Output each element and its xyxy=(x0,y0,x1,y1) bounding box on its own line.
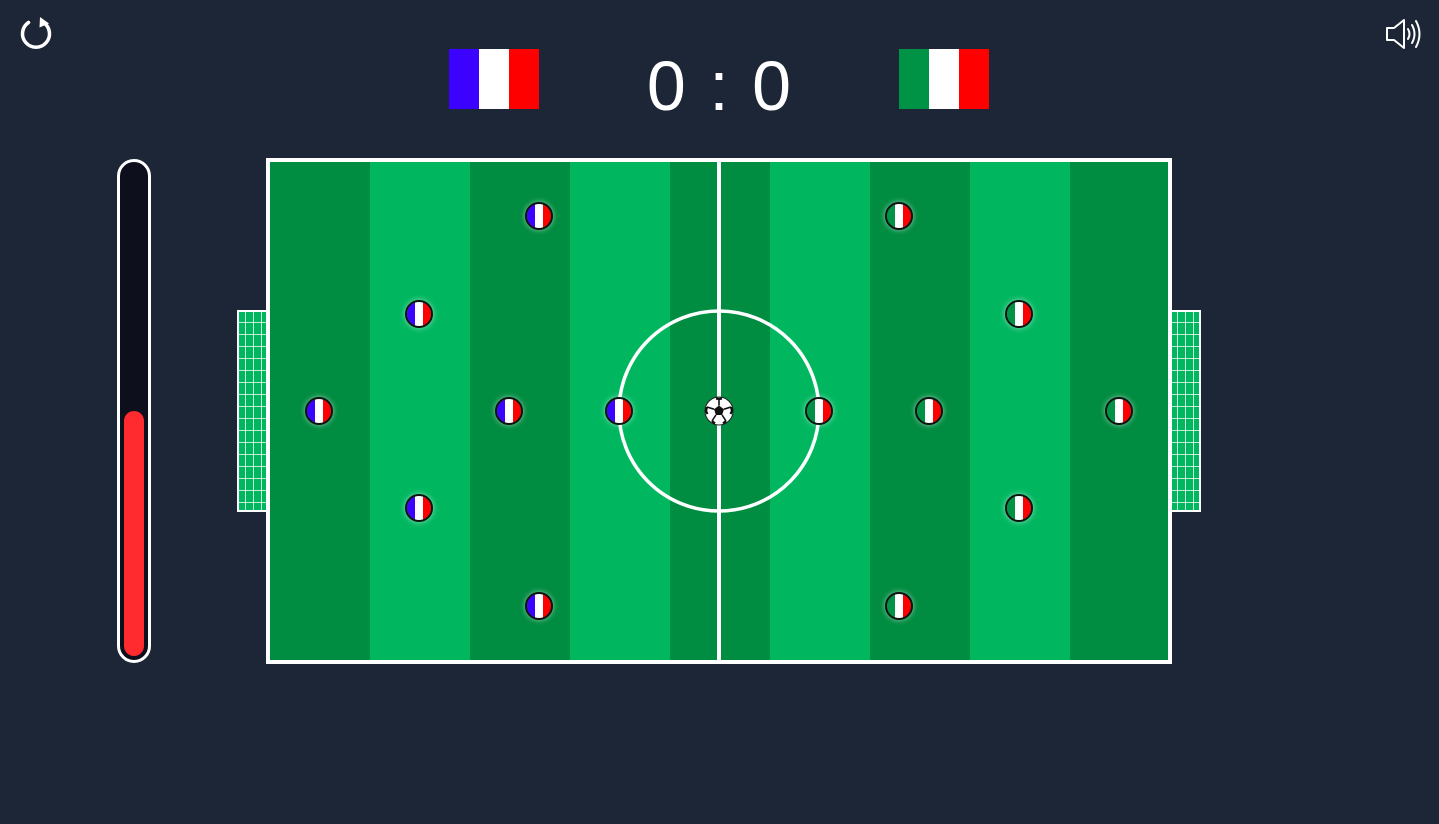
flag-stripe xyxy=(929,49,959,109)
token-stripe xyxy=(415,302,423,326)
token-stripe xyxy=(607,399,615,423)
sound-toggle-button[interactable] xyxy=(1383,15,1423,53)
away-player-token[interactable] xyxy=(885,592,913,620)
token-stripe xyxy=(925,399,933,423)
away-team-flag xyxy=(899,49,989,109)
token-stripe xyxy=(1023,496,1031,520)
speaker-icon xyxy=(1386,19,1421,49)
ball[interactable] xyxy=(704,396,734,426)
restart-button[interactable] xyxy=(16,14,56,54)
token-stripe xyxy=(903,204,911,228)
token-stripe xyxy=(1007,302,1015,326)
away-player-token[interactable] xyxy=(1005,494,1033,522)
home-team-flag xyxy=(449,49,539,109)
token-stripe xyxy=(535,594,543,618)
token-stripe xyxy=(497,399,505,423)
token-stripe xyxy=(895,594,903,618)
token-stripe xyxy=(1115,399,1123,423)
token-stripe xyxy=(415,496,423,520)
token-stripe xyxy=(423,302,431,326)
token-stripe xyxy=(807,399,815,423)
token-stripe xyxy=(407,302,415,326)
away-score: 0 xyxy=(752,47,794,125)
token-stripe xyxy=(623,399,631,423)
token-stripe xyxy=(1023,302,1031,326)
away-player-token[interactable] xyxy=(1005,300,1033,328)
token-stripe xyxy=(1007,496,1015,520)
home-player-token[interactable] xyxy=(405,300,433,328)
home-player-token[interactable] xyxy=(305,397,333,425)
home-player-token[interactable] xyxy=(525,202,553,230)
home-player-token[interactable] xyxy=(405,494,433,522)
token-stripe xyxy=(535,204,543,228)
token-stripe xyxy=(887,204,895,228)
score-separator: : xyxy=(709,47,731,125)
token-stripe xyxy=(423,496,431,520)
token-stripe xyxy=(543,204,551,228)
token-stripe xyxy=(895,204,903,228)
token-stripe xyxy=(933,399,941,423)
token-stripe xyxy=(315,399,323,423)
pitch-stripe xyxy=(970,162,1070,660)
home-player-token[interactable] xyxy=(605,397,633,425)
flag-stripe xyxy=(899,49,929,109)
token-stripe xyxy=(823,399,831,423)
token-stripe xyxy=(887,594,895,618)
power-meter-fill xyxy=(124,411,144,656)
token-stripe xyxy=(903,594,911,618)
home-player-token[interactable] xyxy=(495,397,523,425)
restart-icon xyxy=(20,17,52,49)
flag-stripe xyxy=(479,49,509,109)
home-player-token[interactable] xyxy=(525,592,553,620)
scoreboard: 0 : 0 xyxy=(620,46,820,126)
token-stripe xyxy=(323,399,331,423)
away-player-token[interactable] xyxy=(915,397,943,425)
flag-stripe xyxy=(509,49,539,109)
token-stripe xyxy=(505,399,513,423)
token-stripe xyxy=(615,399,623,423)
token-stripe xyxy=(1015,302,1023,326)
home-score: 0 xyxy=(646,47,688,125)
pitch-stripe xyxy=(370,162,470,660)
right-goal xyxy=(1168,310,1201,512)
soccer-ball-icon xyxy=(704,396,734,426)
token-stripe xyxy=(1015,496,1023,520)
token-stripe xyxy=(917,399,925,423)
token-stripe xyxy=(407,496,415,520)
flag-stripe xyxy=(959,49,989,109)
token-stripe xyxy=(1123,399,1131,423)
token-stripe xyxy=(527,594,535,618)
away-player-token[interactable] xyxy=(885,202,913,230)
left-goal xyxy=(237,310,270,512)
power-meter xyxy=(117,159,151,663)
away-player-token[interactable] xyxy=(805,397,833,425)
token-stripe xyxy=(527,204,535,228)
token-stripe xyxy=(307,399,315,423)
token-stripe xyxy=(1107,399,1115,423)
away-player-token[interactable] xyxy=(1105,397,1133,425)
token-stripe xyxy=(513,399,521,423)
token-stripe xyxy=(815,399,823,423)
flag-stripe xyxy=(449,49,479,109)
token-stripe xyxy=(543,594,551,618)
